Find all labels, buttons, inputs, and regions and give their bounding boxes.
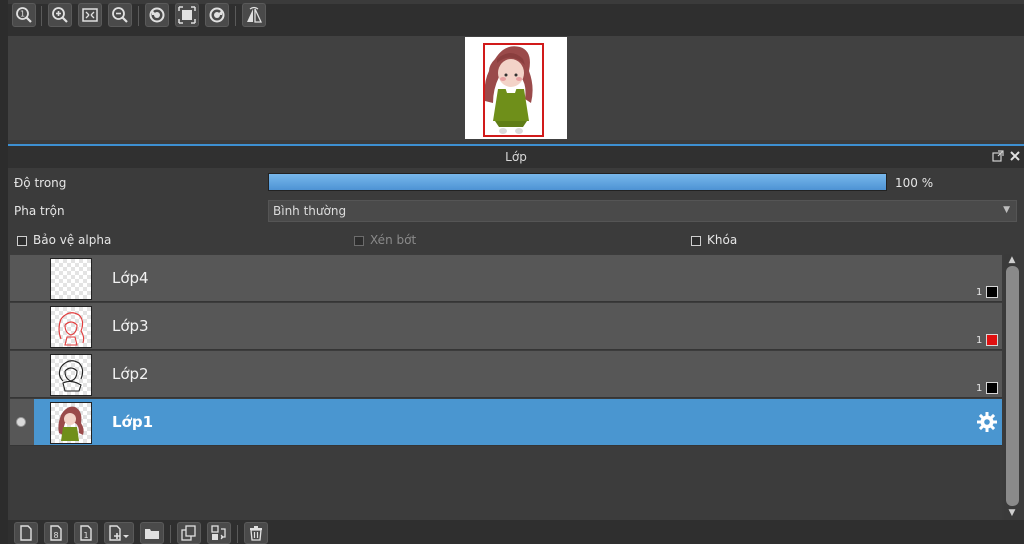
new-1bit-layer-button[interactable]: 1 [74,522,98,544]
scrollbar-thumb[interactable] [1006,266,1019,506]
visibility-toggle[interactable] [10,399,34,445]
chevron-down-icon: ▼ [1003,205,1010,215]
add-layer-menu-icon [109,525,129,541]
gear-icon[interactable] [976,411,998,433]
delete-layer-button[interactable] [244,522,268,544]
alpha-protect-checkbox[interactable] [17,236,27,246]
toolbar-separator [170,525,171,543]
layer-thumbnail [50,354,92,396]
black-sketch-thumbnail [58,360,84,392]
clipping-checkbox[interactable] [354,236,364,246]
new-layer-icon [20,525,32,541]
zoom-out-icon [112,7,128,23]
zoom-out-button[interactable] [108,3,132,27]
new-1bit-layer-icon: 1 [80,525,92,541]
zoom-actual-icon: 1 [16,7,32,23]
scroll-down-arrow-icon[interactable]: ▼ [1004,507,1020,519]
opacity-value: 100 % [895,176,934,190]
rotate-left-button[interactable] [145,3,169,27]
rotate-right-button[interactable] [205,3,229,27]
opacity-label: Độ trong [14,176,67,190]
delete-layer-icon [250,526,262,541]
merge-down-button[interactable] [207,522,231,544]
layer-count: 1 [976,287,983,298]
fit-window-button[interactable] [78,3,102,27]
toolbar-separator [237,525,238,543]
colored-thumbnail [58,406,84,441]
toolbar-separator [235,6,236,26]
blend-mode-value: Bình thường [273,204,347,218]
layer-color-swatch[interactable] [986,286,998,298]
layer-name[interactable]: Lớp4 [112,269,149,287]
layer-color-swatch[interactable] [986,382,998,394]
visibility-dot-icon [16,417,26,427]
visibility-toggle[interactable] [10,351,34,397]
close-icon[interactable] [1009,150,1021,162]
zoom-in-icon [52,7,68,23]
layer-thumbnail [50,258,92,300]
panel-title: Lớp [505,150,527,164]
fit-window-icon [82,8,98,22]
blend-mode-label: Pha trộn [14,204,65,218]
clipping-label: Xén bớt [370,233,417,247]
lock-label: Khóa [707,233,738,247]
layer-row-lop3[interactable]: Lớp3 1 [10,303,1002,350]
opacity-slider-fill [269,174,886,190]
svg-text:1: 1 [83,531,88,540]
layer-name[interactable]: Lớp1 [112,413,153,431]
layer-count: 1 [976,383,983,394]
visibility-toggle[interactable] [10,303,34,349]
left-edge [0,0,8,544]
opacity-slider[interactable] [268,173,887,191]
new-folder-button[interactable] [140,522,164,544]
layer-count: 1 [976,335,983,346]
rotate-right-icon [209,7,225,23]
layer-row-lop2[interactable]: Lớp2 1 [10,351,1002,398]
fit-frame-button[interactable] [175,3,199,27]
duplicate-layer-icon [181,525,196,541]
toolbar-separator [138,6,139,26]
rotate-left-icon [149,7,165,23]
layer-name[interactable]: Lớp2 [112,365,149,383]
toolbar-separator [41,6,42,26]
lock-checkbox[interactable] [691,236,701,246]
layer-color-swatch[interactable] [986,334,998,346]
new-8bit-layer-icon: 8 [50,525,62,541]
alpha-protect-label: Bảo vệ alpha [33,233,112,247]
layer-thumbnail [50,306,92,348]
new-layer-button[interactable] [14,522,38,544]
duplicate-layer-button[interactable] [177,522,201,544]
layer-thumbnail [50,402,92,444]
new-8bit-layer-button[interactable]: 8 [44,522,68,544]
fit-frame-icon [178,6,196,24]
new-folder-icon [145,529,159,539]
blend-mode-select[interactable]: Bình thường ▼ [268,200,1017,222]
svg-text:8: 8 [53,531,58,540]
layer-row-lop4[interactable]: Lớp4 1 [10,255,1002,302]
merge-down-icon [211,525,226,540]
popout-icon[interactable] [992,150,1004,162]
layer-panel-header: Lớp [8,146,1024,168]
zoom-actual-button[interactable]: 1 [12,3,36,27]
scroll-up-arrow-icon[interactable]: ▲ [1004,254,1020,266]
red-sketch-thumbnail [58,312,85,346]
navigator-view-frame[interactable] [483,43,544,137]
flip-icon [247,6,263,23]
add-layer-menu-button[interactable] [104,522,134,544]
svg-text:1: 1 [20,10,25,19]
flip-button[interactable] [242,3,266,27]
layer-row-lop1[interactable]: Lớp1 [10,399,1002,446]
visibility-toggle[interactable] [10,255,34,301]
zoom-in-button[interactable] [48,3,72,27]
layer-name[interactable]: Lớp3 [112,317,149,335]
